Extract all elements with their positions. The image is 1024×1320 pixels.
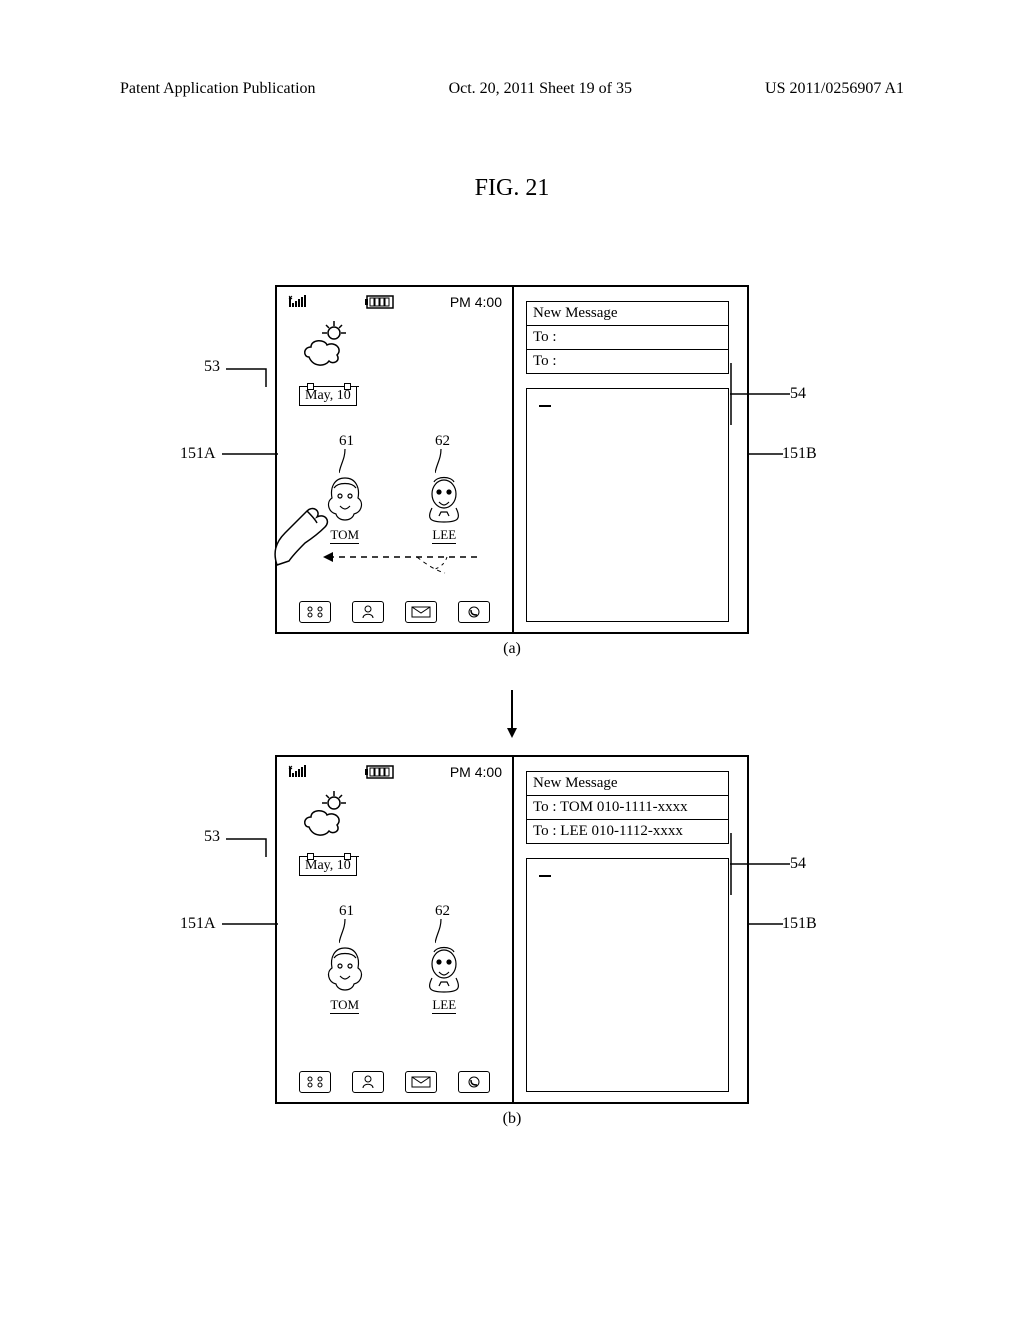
mail-icon[interactable] [405,1071,437,1093]
text-cursor [539,875,551,877]
home-screen-a: PM 4:00 May, 10 61 62 TOM [277,287,512,632]
label-151b-a: 151B [782,445,817,463]
new-message-title-b: New Message [526,771,729,796]
status-time-b: PM 4:00 [450,764,502,780]
leader-151b-a [747,453,783,455]
label-151b-b: 151B [782,915,817,933]
status-bar-a: PM 4:00 [277,287,512,312]
battery-icon [365,295,397,309]
sublabel-b: (b) [0,1110,1024,1128]
phone-icon[interactable] [458,601,490,623]
label-62b: 62 [435,903,450,920]
person-icon[interactable] [352,601,384,623]
label-151a-b: 151A [180,915,216,933]
contacts-row-b: TOM LEE [277,942,512,1014]
phone-icon[interactable] [458,1071,490,1093]
contact-tom-name-b: TOM [330,997,359,1014]
text-cursor [539,405,551,407]
apps-icon[interactable] [299,1071,331,1093]
status-bar-b: PM 4:00 [277,757,512,782]
status-time-a: PM 4:00 [450,294,502,310]
label-62a: 62 [435,433,450,450]
leader-53b [226,833,278,857]
to-field-lee[interactable]: To : LEE 010-1112-xxxx [526,820,729,844]
label-151a-a: 151A [180,445,216,463]
to-field-tom[interactable]: To : TOM 010-1111-xxxx [526,796,729,820]
figure-title: FIG. 21 [0,175,1024,202]
leader-151b-b [747,923,783,925]
leader-151a-b [222,923,278,925]
contact-lee-a[interactable]: LEE [419,472,469,544]
battery-icon [365,765,397,779]
leader-151a-a [222,453,278,455]
dock-a [277,601,512,623]
to-field-2-a[interactable]: To : [526,350,729,374]
swipe-gesture [307,549,487,579]
weather-widget-b [299,789,359,849]
header-left: Patent Application Publication [120,80,316,98]
dock-b [277,1071,512,1093]
label-61a: 61 [339,433,354,450]
label-53a: 53 [204,358,220,376]
date-widget-a: May, 10 [299,386,359,406]
date-widget-b: May, 10 [299,856,359,876]
sublabel-a: (a) [0,640,1024,658]
label-53b: 53 [204,828,220,846]
contact-tom-name: TOM [330,527,359,544]
label-54b: 54 [790,855,806,873]
signal-icon [287,294,313,310]
dual-screen-b: PM 4:00 May, 10 61 62 TOM LEE [275,755,749,1104]
contact-lee-name: LEE [432,527,456,544]
message-screen-b: New Message To : TOM 010-1111-xxxx To : … [512,757,747,1102]
dual-screen-a: PM 4:00 May, 10 61 62 TOM [275,285,749,634]
home-screen-b: PM 4:00 May, 10 61 62 TOM LEE [277,757,512,1102]
apps-icon[interactable] [299,601,331,623]
to-field-1-a[interactable]: To : [526,326,729,350]
message-body-a[interactable] [526,388,729,622]
flow-arrow [505,690,519,740]
label-54a: 54 [790,385,806,403]
label-61b: 61 [339,903,354,920]
contact-lee-b[interactable]: LEE [419,942,469,1014]
leader-53a [226,363,278,387]
message-screen-a: New Message To : To : [512,287,747,632]
panel-b: 53 151A 54 151B PM 4:00 [0,755,1024,1128]
header-mid: Oct. 20, 2011 Sheet 19 of 35 [449,80,632,98]
person-icon[interactable] [352,1071,384,1093]
contact-tom-b[interactable]: TOM [320,942,370,1014]
message-body-b[interactable] [526,858,729,1092]
new-message-title-a: New Message [526,301,729,326]
mail-icon[interactable] [405,601,437,623]
contact-lee-name-b: LEE [432,997,456,1014]
weather-widget-a [299,319,359,379]
panel-a: 53 151A 54 151B PM 4:00 [0,285,1024,658]
header-right: US 2011/0256907 A1 [765,80,904,98]
signal-icon [287,764,313,780]
page-header: Patent Application Publication Oct. 20, … [0,80,1024,98]
